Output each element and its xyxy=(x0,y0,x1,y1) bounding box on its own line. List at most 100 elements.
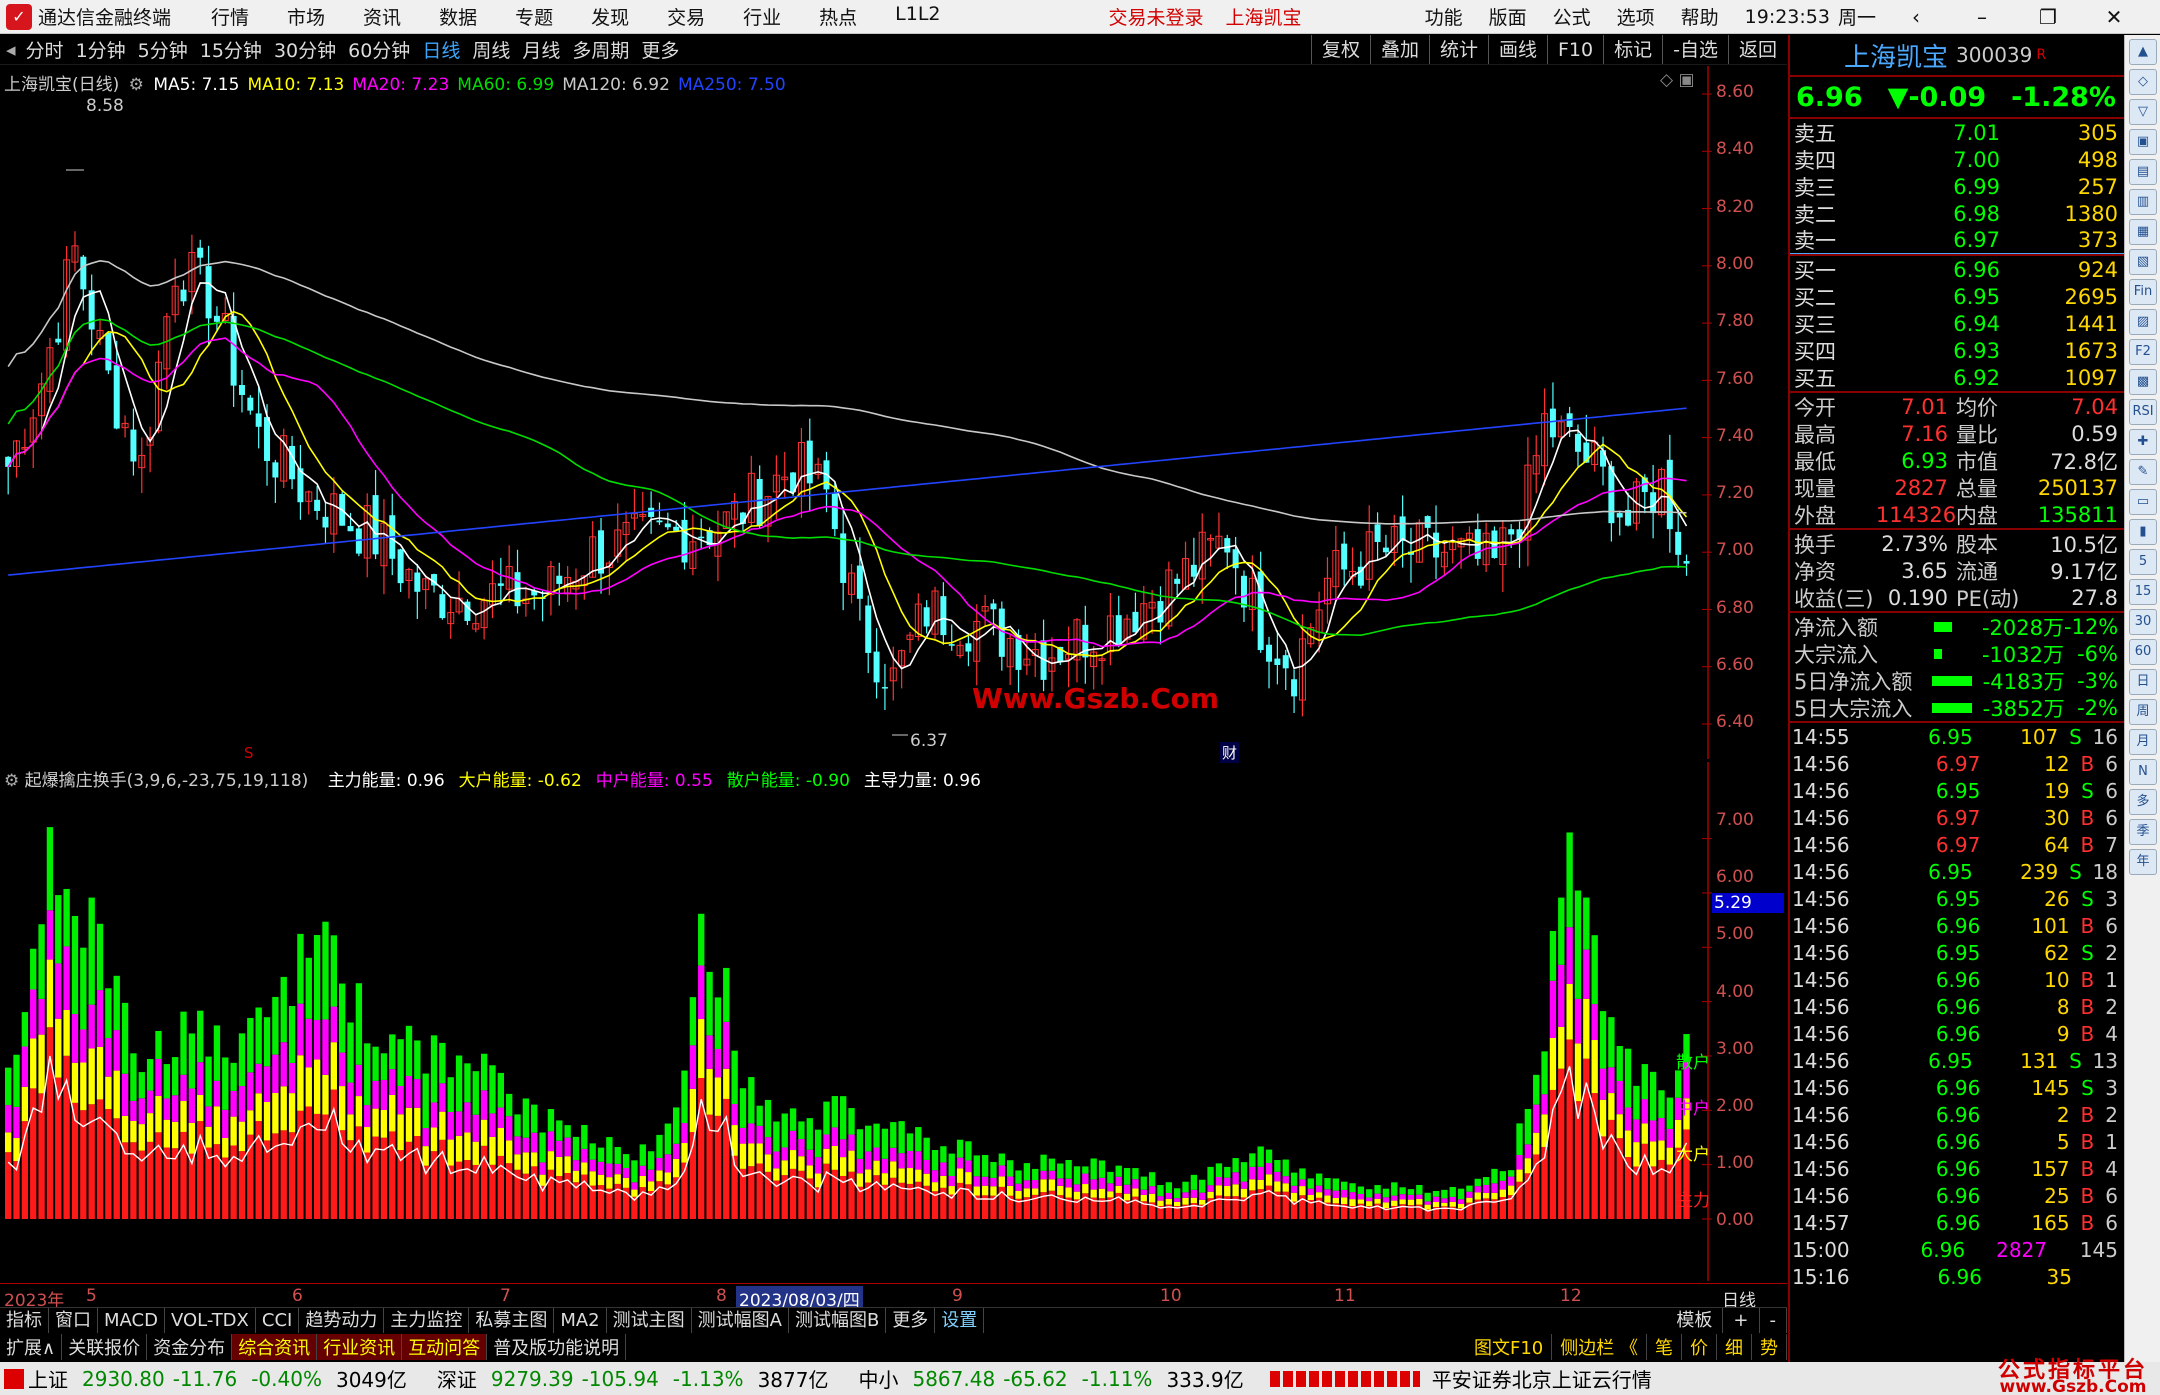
chart-tool-2[interactable]: 统计 xyxy=(1428,35,1488,64)
side-tool-17-icon[interactable]: 5 xyxy=(2129,549,2157,575)
side-tool-13-icon[interactable]: ✚ xyxy=(2129,429,2157,455)
kline-chart[interactable] xyxy=(0,66,1712,759)
menu-5[interactable]: 发现 xyxy=(591,3,629,30)
indicator-tab-0[interactable]: 指标 xyxy=(0,1307,49,1334)
side-tool-2-icon[interactable]: ▽ xyxy=(2129,99,2157,125)
bottom-tab-6[interactable]: 普及版功能说明 xyxy=(487,1334,627,1360)
side-tool-18-icon[interactable]: 15 xyxy=(2129,579,2157,605)
bottom-tab-4[interactable]: 行业资讯 xyxy=(317,1334,403,1360)
back-icon[interactable]: ‹ xyxy=(1896,5,1936,29)
indicator-tab-4[interactable]: CCI xyxy=(256,1307,300,1334)
side-tool-10-icon[interactable]: F2 xyxy=(2129,339,2157,365)
menu-1[interactable]: 市场 xyxy=(287,3,325,30)
side-tool-26-icon[interactable]: 季 xyxy=(2129,819,2157,845)
menu-6[interactable]: 交易 xyxy=(667,3,705,30)
menu-4[interactable]: 专题 xyxy=(515,3,553,30)
indicator-right-0[interactable]: 模板 xyxy=(1666,1307,1724,1334)
bottom-right-2[interactable]: 笔 xyxy=(1647,1334,1682,1360)
period-tab-4[interactable]: 30分钟 xyxy=(274,36,336,63)
menu-8[interactable]: 热点 xyxy=(819,3,857,30)
indicator-tab-13[interactable]: 设置 xyxy=(935,1307,985,1334)
menu-9[interactable]: L1L2 xyxy=(895,3,940,30)
side-tool-8-icon[interactable]: Fin xyxy=(2129,279,2157,305)
indicator-tab-6[interactable]: 主力监控 xyxy=(384,1307,470,1334)
indicator-tab-8[interactable]: MA2 xyxy=(554,1307,607,1334)
side-tool-12-icon[interactable]: RSI xyxy=(2129,399,2157,425)
title-center-0[interactable]: 交易未登录 xyxy=(1109,3,1204,30)
indicator-right-2[interactable]: - xyxy=(1760,1307,1787,1334)
ask-row-4[interactable]: 卖一 6.97 373 xyxy=(1790,227,2124,254)
sz-index-name[interactable]: 深证 xyxy=(437,1364,477,1393)
bottom-right-3[interactable]: 价 xyxy=(1682,1334,1717,1360)
menu-right-2[interactable]: 公式 xyxy=(1553,3,1591,30)
chart-tool-7[interactable]: 返回 xyxy=(1727,35,1787,64)
side-tool-6-icon[interactable]: ▦ xyxy=(2129,219,2157,245)
menu-2[interactable]: 资讯 xyxy=(363,3,401,30)
bottom-right-5[interactable]: 势 xyxy=(1752,1334,1787,1360)
side-tool-27-icon[interactable]: 年 xyxy=(2129,849,2157,875)
side-tool-22-icon[interactable]: 周 xyxy=(2129,699,2157,725)
menu-right-0[interactable]: 功能 xyxy=(1425,3,1463,30)
period-tab-5[interactable]: 60分钟 xyxy=(348,36,410,63)
indicator-tab-10[interactable]: 测试幅图A xyxy=(692,1307,789,1334)
bottom-tab-1[interactable]: 关联报价 xyxy=(62,1334,148,1360)
indicator-tab-9[interactable]: 测试主图 xyxy=(607,1307,692,1334)
collapse-icon[interactable]: ◂ xyxy=(6,39,16,61)
chart-tool-3[interactable]: 画线 xyxy=(1487,35,1547,64)
bid-row-0[interactable]: 买一 6.96 924 xyxy=(1790,256,2124,283)
side-tool-1-icon[interactable]: ◇ xyxy=(2129,69,2157,95)
bid-row-3[interactable]: 买四 6.93 1673 xyxy=(1790,337,2124,364)
chart-tool-1[interactable]: 叠加 xyxy=(1369,35,1429,64)
chart-tool-5[interactable]: 标记 xyxy=(1603,35,1662,64)
indicator-tab-5[interactable]: 趋势动力 xyxy=(299,1307,385,1334)
settings-icon[interactable]: ⚙ xyxy=(129,75,144,95)
indicator-tab-11[interactable]: 测试幅图B xyxy=(789,1307,887,1334)
sh-index-name[interactable]: 上证 xyxy=(28,1364,68,1393)
indicator-chart[interactable] xyxy=(0,762,1712,1281)
period-tab-6[interactable]: 日线 xyxy=(422,36,460,63)
menu-0[interactable]: 行情 xyxy=(211,3,249,30)
side-tool-23-icon[interactable]: 月 xyxy=(2129,729,2157,755)
side-tool-25-icon[interactable]: 多 xyxy=(2129,789,2157,815)
zx-index-name[interactable]: 中小 xyxy=(858,1364,898,1393)
side-tool-7-icon[interactable]: ▧ xyxy=(2129,249,2157,275)
bid-row-2[interactable]: 买三 6.94 1441 xyxy=(1790,310,2124,337)
indicator-tab-3[interactable]: VOL-TDX xyxy=(165,1307,256,1334)
menu-3[interactable]: 数据 xyxy=(439,3,477,30)
indicator-tab-7[interactable]: 私募主图 xyxy=(469,1307,555,1334)
bottom-tab-0[interactable]: 扩展∧ xyxy=(0,1334,63,1360)
menu-7[interactable]: 行业 xyxy=(743,3,781,30)
ask-row-1[interactable]: 卖四 7.00 498 xyxy=(1790,146,2124,173)
side-tool-14-icon[interactable]: ✎ xyxy=(2129,459,2157,485)
side-tool-19-icon[interactable]: 30 xyxy=(2129,609,2157,635)
period-tab-7[interactable]: 周线 xyxy=(472,36,510,63)
menu-right-3[interactable]: 选项 xyxy=(1617,3,1655,30)
chart-tool-0[interactable]: 复权 xyxy=(1310,35,1370,64)
side-tool-11-icon[interactable]: ▩ xyxy=(2129,369,2157,395)
side-tool-15-icon[interactable]: ▭ xyxy=(2129,489,2157,515)
side-tool-9-icon[interactable]: ▨ xyxy=(2129,309,2157,335)
period-tab-1[interactable]: 1分钟 xyxy=(76,36,126,63)
bottom-tab-5[interactable]: 互动问答 xyxy=(402,1334,488,1360)
menu-right-1[interactable]: 版面 xyxy=(1489,3,1527,30)
indicator-tab-12[interactable]: 更多 xyxy=(886,1307,936,1334)
side-tool-20-icon[interactable]: 60 xyxy=(2129,639,2157,665)
side-tool-5-icon[interactable]: ▥ xyxy=(2129,189,2157,215)
close-icon[interactable]: ✕ xyxy=(2094,5,2134,29)
indicator-right-1[interactable]: + xyxy=(1723,1307,1760,1334)
restore-icon[interactable]: ❐ xyxy=(2028,5,2068,29)
indicator-tab-2[interactable]: MACD xyxy=(98,1307,165,1334)
chart-tool-4[interactable]: F10 xyxy=(1547,35,1603,64)
ask-row-2[interactable]: 卖三 6.99 257 xyxy=(1790,173,2124,200)
bottom-right-4[interactable]: 细 xyxy=(1717,1334,1752,1360)
bottom-right-0[interactable]: 图文F10 xyxy=(1466,1334,1553,1360)
ask-row-0[interactable]: 卖五 7.01 305 xyxy=(1790,119,2124,146)
menu-right-4[interactable]: 帮助 xyxy=(1681,3,1719,30)
bid-row-1[interactable]: 买二 6.95 2695 xyxy=(1790,283,2124,310)
minimize-icon[interactable]: – xyxy=(1962,5,2002,29)
side-tool-4-icon[interactable]: ▤ xyxy=(2129,159,2157,185)
chart-tool-6[interactable]: -自选 xyxy=(1662,35,1728,64)
side-tool-16-icon[interactable]: ▮ xyxy=(2129,519,2157,545)
settings-icon[interactable]: ⚙ xyxy=(4,771,19,791)
period-tab-0[interactable]: 分时 xyxy=(26,36,64,63)
